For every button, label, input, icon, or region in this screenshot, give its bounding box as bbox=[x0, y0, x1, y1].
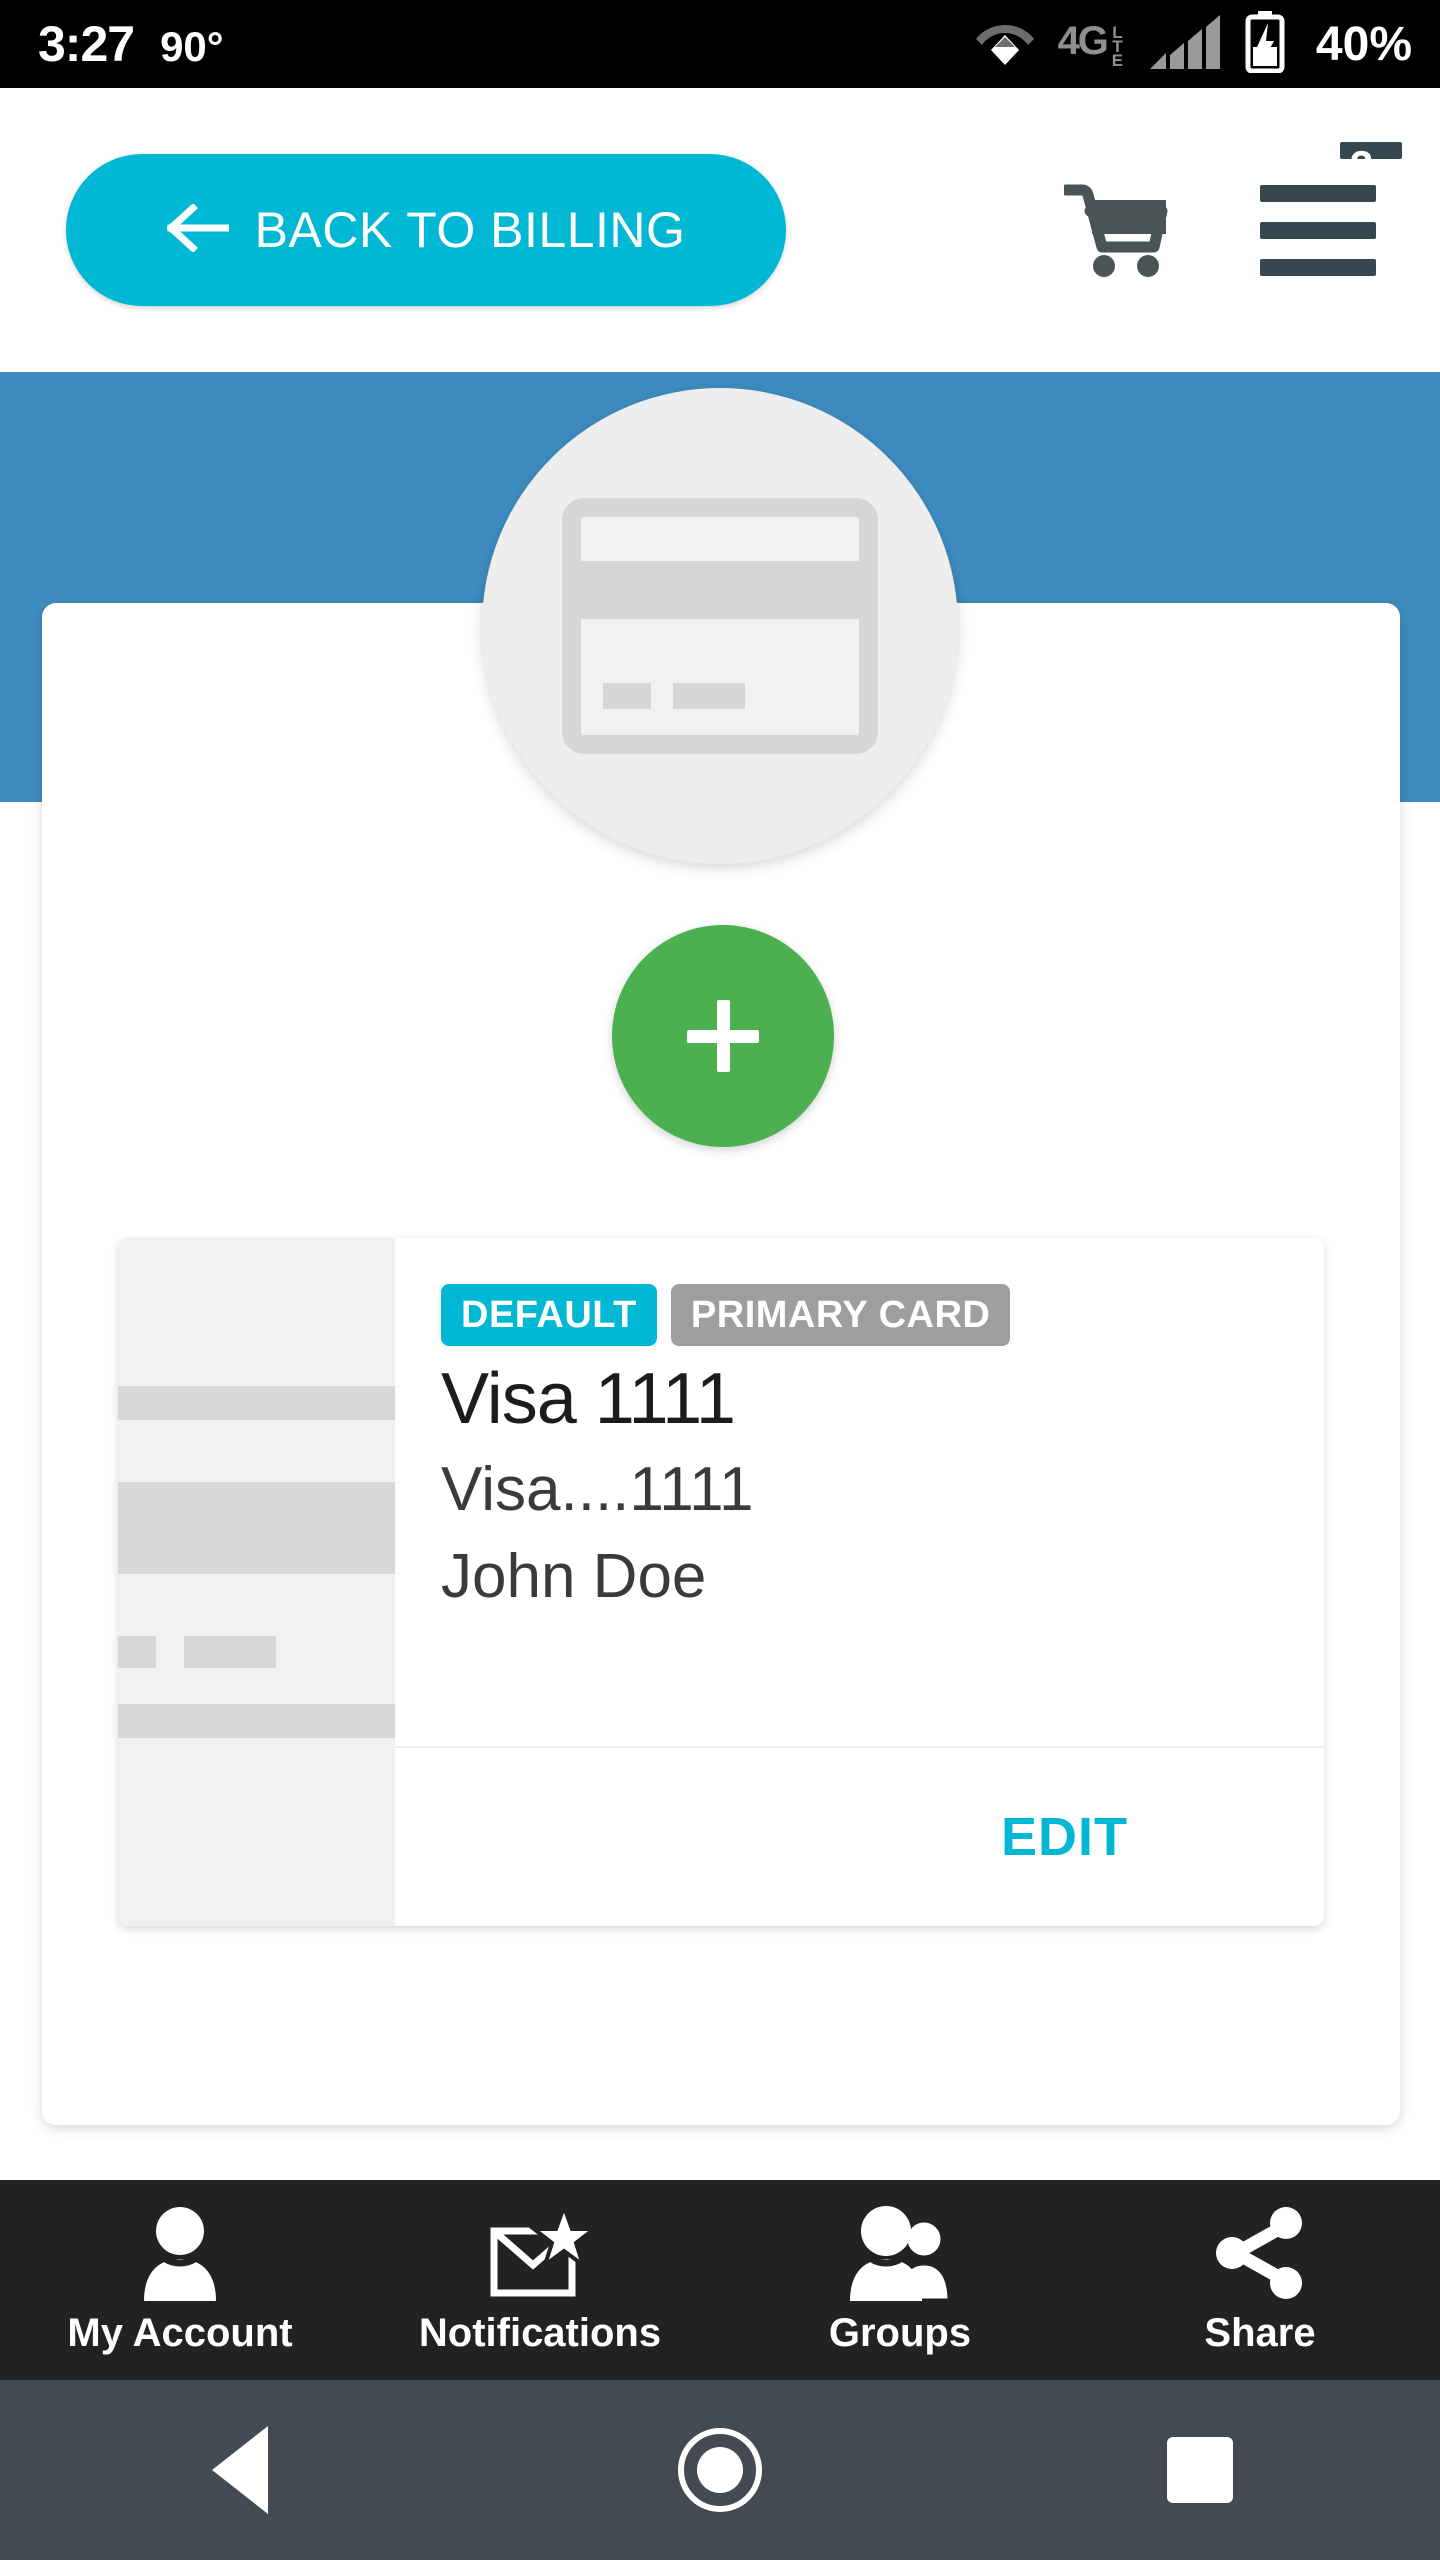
menu-badge: 3 bbox=[1340, 142, 1402, 189]
avatar bbox=[482, 388, 958, 864]
back-to-billing-button[interactable]: BACK TO BILLING bbox=[66, 154, 786, 306]
credit-card-placeholder-icon bbox=[118, 1238, 395, 1926]
tab-share[interactable]: Share bbox=[1080, 2180, 1440, 2380]
share-nodes-icon bbox=[1210, 2205, 1310, 2301]
payment-method-masked-number: Visa....1111 bbox=[441, 1455, 754, 1524]
badge-row: DEFAULT PRIMARY CARD bbox=[441, 1284, 1284, 1346]
plus-icon bbox=[687, 1000, 759, 1072]
bottom-tab-bar: My Account Notifications Groups Share bbox=[0, 2180, 1440, 2380]
back-to-billing-label: BACK TO BILLING bbox=[254, 202, 686, 258]
network-suffix-label: LTE bbox=[1107, 23, 1127, 65]
mobile-screen: 3:27 90° 4G LTE 40% BACK TO BILLING 3 DE… bbox=[0, 0, 1440, 2560]
status-bar-left: 3:27 90° bbox=[38, 15, 224, 73]
app-bar: BACK TO BILLING 3 bbox=[0, 88, 1440, 372]
app-bar-actions: 3 bbox=[1060, 142, 1402, 280]
payment-method-cardholder: John Doe bbox=[441, 1542, 707, 1611]
triangle-back-icon bbox=[212, 2426, 268, 2514]
status-time: 3:27 bbox=[38, 16, 135, 72]
tab-my-account[interactable]: My Account bbox=[0, 2180, 360, 2380]
payment-method-details: DEFAULT PRIMARY CARD Visa 1111 Visa....1… bbox=[395, 1238, 1324, 1746]
wifi-icon bbox=[974, 17, 1036, 72]
card-chip-large bbox=[673, 683, 745, 709]
tab-label: Share bbox=[1204, 2310, 1316, 2355]
battery-charging-icon bbox=[1244, 10, 1286, 78]
payment-method-body: DEFAULT PRIMARY CARD Visa 1111 Visa....1… bbox=[395, 1238, 1324, 1926]
payment-method-card[interactable]: DEFAULT PRIMARY CARD Visa 1111 Visa....1… bbox=[118, 1238, 1324, 1926]
status-bar-right: 4G LTE 40% bbox=[974, 10, 1412, 78]
hamburger-menu-icon[interactable]: 3 bbox=[1260, 142, 1402, 280]
nav-home-button[interactable] bbox=[480, 2428, 960, 2512]
add-payment-method-button[interactable] bbox=[612, 925, 834, 1147]
thumb-chip bbox=[184, 1636, 276, 1668]
menu-line bbox=[1260, 258, 1376, 276]
square-recents-icon bbox=[1167, 2437, 1233, 2503]
status-badge-primary: PRIMARY CARD bbox=[670, 1284, 1011, 1346]
status-badge-default: DEFAULT bbox=[441, 1284, 657, 1346]
tab-label: My Account bbox=[67, 2310, 293, 2355]
credit-card-icon bbox=[562, 498, 878, 754]
circle-home-icon bbox=[678, 2428, 762, 2512]
thumb-band bbox=[118, 1482, 395, 1574]
status-bar: 3:27 90° 4G LTE 40% bbox=[0, 0, 1440, 88]
tab-label: Notifications bbox=[418, 2310, 662, 2355]
tab-label: Groups bbox=[828, 2310, 972, 2355]
network-type-icon: 4G LTE bbox=[1057, 19, 1127, 65]
nav-back-button[interactable] bbox=[0, 2426, 480, 2514]
android-nav-bar bbox=[0, 2380, 1440, 2560]
thumb-band bbox=[118, 1704, 395, 1738]
card-chip-small bbox=[603, 683, 651, 709]
status-temperature: 90° bbox=[160, 23, 224, 70]
thumb-band bbox=[118, 1386, 395, 1420]
edit-button[interactable]: EDIT bbox=[1001, 1806, 1128, 1868]
arrow-left-icon bbox=[165, 202, 231, 257]
nav-recents-button[interactable] bbox=[960, 2437, 1440, 2503]
payment-method-title: Visa 1111 bbox=[441, 1359, 736, 1439]
thumb-chip bbox=[118, 1636, 156, 1668]
people-group-icon bbox=[844, 2205, 956, 2301]
menu-line bbox=[1260, 221, 1376, 239]
tab-notifications[interactable]: Notifications bbox=[360, 2180, 720, 2380]
signal-bars-icon bbox=[1148, 13, 1222, 76]
person-icon bbox=[134, 2205, 226, 2301]
battery-percent-label: 40% bbox=[1315, 17, 1412, 71]
tab-groups[interactable]: Groups bbox=[720, 2180, 1080, 2380]
envelope-star-icon bbox=[488, 2204, 592, 2301]
payment-method-actions: EDIT bbox=[395, 1746, 1324, 1926]
network-type-label: 4G bbox=[1057, 19, 1109, 63]
shopping-cart-icon[interactable] bbox=[1060, 182, 1176, 278]
card-stripe bbox=[581, 561, 859, 619]
